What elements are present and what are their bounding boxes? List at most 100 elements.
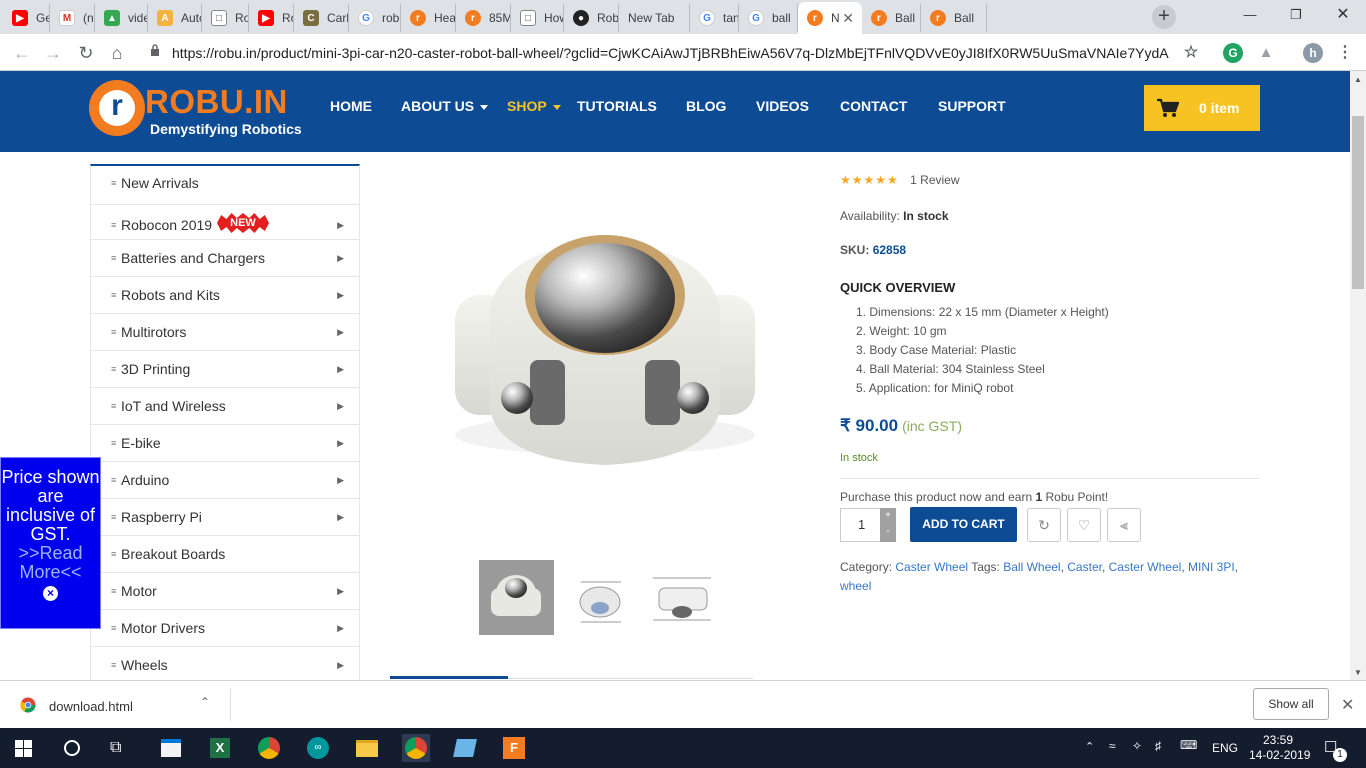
show-all-button[interactable]: Show all xyxy=(1253,688,1329,720)
reload-icon[interactable]: ↻ xyxy=(73,40,99,66)
chrome-active-icon[interactable] xyxy=(402,734,430,762)
search-icon[interactable] xyxy=(64,740,80,756)
browser-tab[interactable]: r Ball xyxy=(921,4,987,32)
cart-button[interactable]: 0 item xyxy=(1144,85,1260,131)
browser-tab[interactable]: r Hea xyxy=(401,4,456,32)
close-icon[interactable]: ✕ xyxy=(1341,695,1354,715)
clock-time[interactable]: 23:59 xyxy=(1263,733,1293,747)
sidebar-item[interactable]: ≡ Raspberry Pi ▶ xyxy=(91,499,359,536)
browser-tab[interactable]: □ How xyxy=(511,4,564,32)
sidebar-item[interactable]: ≡ E-bike ▶ xyxy=(91,425,359,462)
address-bar[interactable]: https://robu.in/product/mini-3pi-car-n20… xyxy=(140,38,1170,68)
grammarly-extension-icon[interactable]: G xyxy=(1223,43,1243,63)
browser-tab[interactable]: r Ball xyxy=(862,4,921,32)
file-explorer-icon[interactable] xyxy=(353,734,381,762)
add-to-cart-button[interactable]: ADD TO CART xyxy=(910,507,1017,542)
new-tab-button[interactable]: + xyxy=(1152,5,1176,29)
tab-close-icon[interactable]: ✕ xyxy=(842,10,854,27)
sidebar-item[interactable]: ≡ Robots and Kits ▶ xyxy=(91,277,359,314)
store-icon[interactable] xyxy=(157,734,185,762)
browser-tab[interactable]: Gball xyxy=(739,4,798,32)
forward-icon[interactable]: → xyxy=(40,40,66,66)
profile-avatar[interactable]: h xyxy=(1303,43,1323,63)
window-close-icon[interactable]: ✕ xyxy=(1320,0,1366,30)
close-icon[interactable]: × xyxy=(43,586,58,601)
bookmark-star-icon[interactable]: ☆ xyxy=(1181,43,1201,63)
tag-link[interactable]: wheel xyxy=(840,579,871,593)
sidebar-item[interactable]: ≡ Arduino ▶ xyxy=(91,462,359,499)
sidebar-item[interactable]: ≡ Breakout Boards xyxy=(91,536,359,573)
product-main-image[interactable] xyxy=(440,220,770,480)
category-link[interactable]: Caster Wheel xyxy=(895,560,968,574)
keyboard-icon[interactable]: ⌨ xyxy=(1180,738,1197,752)
sidebar-item[interactable]: ≡ Motor ▶ xyxy=(91,573,359,610)
home-icon[interactable]: ⌂ xyxy=(104,40,130,66)
browser-tab[interactable]: Grobo xyxy=(349,4,401,32)
windows-start-icon[interactable] xyxy=(15,740,32,757)
nav-blog[interactable]: BLOG xyxy=(686,98,726,114)
nav-videos[interactable]: VIDEOS xyxy=(756,98,809,114)
excel-icon[interactable]: X xyxy=(206,734,234,762)
share-icon[interactable]: ⫷ xyxy=(1107,508,1141,542)
arduino-icon[interactable]: ∞ xyxy=(304,734,332,762)
decrement-icon[interactable]: - xyxy=(880,524,896,540)
quantity-stepper[interactable]: + - xyxy=(880,508,896,542)
minimize-icon[interactable]: — xyxy=(1227,0,1273,30)
browser-tab[interactable]: ▶ Gett xyxy=(3,4,50,32)
sidebar-item[interactable]: ≡ Wheels ▶ xyxy=(91,647,359,680)
browser-tab[interactable]: r N ✕ xyxy=(798,2,862,34)
network-icon[interactable]: ≈ xyxy=(1109,739,1116,753)
sidebar-item[interactable]: ≡ Motor Drivers ▶ xyxy=(91,610,359,647)
browser-tab[interactable]: ● Rob xyxy=(564,4,619,32)
browser-tab[interactable]: Gtana xyxy=(690,4,739,32)
gst-read-more-link[interactable]: >>Read More<< xyxy=(1,544,100,582)
browser-tab[interactable]: C Carb xyxy=(294,4,349,32)
sidebar-item[interactable]: ≡ Multirotors ▶ xyxy=(91,314,359,351)
nav-tutorials[interactable]: TUTORIALS xyxy=(577,98,657,114)
browser-tab[interactable]: r 85M xyxy=(456,4,511,32)
restore-icon[interactable]: ❐ xyxy=(1273,0,1319,30)
product-thumbnail[interactable] xyxy=(563,560,638,635)
browser-tab[interactable]: A Auto xyxy=(148,4,202,32)
browser-tab[interactable]: ▶ Rob xyxy=(249,4,294,32)
browser-tab[interactable]: ▲ vide xyxy=(95,4,148,32)
nav-about-us[interactable]: ABOUT US xyxy=(401,98,489,114)
logo-name[interactable]: ROBU.IN xyxy=(145,83,288,121)
product-thumbnail[interactable] xyxy=(645,560,720,635)
sidebar-item[interactable]: ≡ Batteries and Chargers ▶ xyxy=(91,240,359,277)
fusion-app-icon[interactable]: F xyxy=(500,734,528,762)
scroll-up-icon[interactable]: ▲ xyxy=(1354,75,1362,84)
notepad-app-icon[interactable] xyxy=(451,734,479,762)
tag-link[interactable]: Caster Wheel xyxy=(1109,560,1182,574)
page-scrollbar[interactable]: ▲ ▼ xyxy=(1350,71,1366,680)
increment-icon[interactable]: + xyxy=(880,508,896,524)
browser-tab[interactable]: □ Rob xyxy=(202,4,249,32)
download-filename[interactable]: download.html xyxy=(49,699,133,714)
scroll-thumb[interactable] xyxy=(1352,116,1364,289)
browser-tab[interactable]: New Tab xyxy=(619,4,690,32)
product-thumbnail[interactable] xyxy=(479,560,554,635)
wishlist-heart-icon[interactable]: ♡ xyxy=(1067,508,1101,542)
nav-contact[interactable]: CONTACT xyxy=(840,98,907,114)
chevron-up-icon[interactable]: ⌃ xyxy=(1085,740,1094,753)
sidebar-item[interactable]: ≡ IoT and Wireless ▶ xyxy=(91,388,359,425)
nav-home[interactable]: HOME xyxy=(330,98,372,114)
menu-icon[interactable]: ⋮ xyxy=(1335,43,1355,63)
volume-icon[interactable]: ♯ xyxy=(1155,739,1161,753)
chrome-icon[interactable] xyxy=(255,734,283,762)
compare-icon[interactable]: ↻ xyxy=(1027,508,1061,542)
task-view-icon[interactable]: ⧉ xyxy=(110,739,121,757)
back-icon[interactable]: ← xyxy=(9,40,35,66)
tag-link[interactable]: Ball Wheel xyxy=(1003,560,1060,574)
browser-tab[interactable]: M (no xyxy=(50,4,95,32)
nav-support[interactable]: SUPPORT xyxy=(938,98,1006,114)
wifi-icon[interactable]: ✧ xyxy=(1132,739,1142,753)
chevron-up-icon[interactable]: ⌃ xyxy=(200,695,210,709)
nav-shop[interactable]: SHOP xyxy=(507,98,561,114)
review-count-link[interactable]: 1 Review xyxy=(910,173,959,187)
tag-link[interactable]: Caster xyxy=(1067,560,1102,574)
drive-extension-icon[interactable]: ▲ xyxy=(1256,43,1276,63)
sidebar-item[interactable]: ≡ 3D Printing ▶ xyxy=(91,351,359,388)
language-indicator[interactable]: ENG xyxy=(1212,741,1238,755)
robu-logo[interactable]: r xyxy=(89,80,145,136)
